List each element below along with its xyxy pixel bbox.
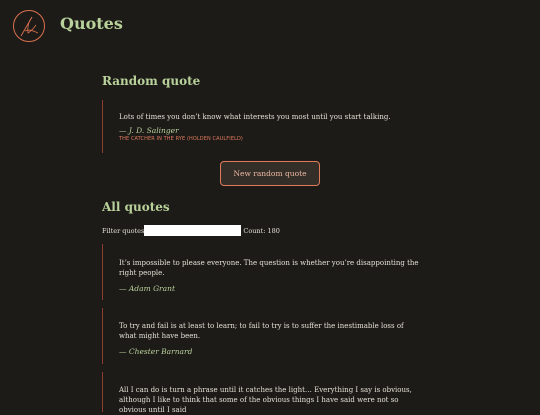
filter-input[interactable] xyxy=(144,225,242,236)
quote-count: Count: 180 xyxy=(243,226,280,235)
quote-author: — Chester Barnard xyxy=(119,347,193,356)
quote-item: To try and fail is at least to learn; to… xyxy=(102,308,420,364)
quote-text: All I can do is turn a phrase until it c… xyxy=(119,386,412,414)
filter-row: Filter quotes Count: 180 xyxy=(102,225,280,236)
quote-item: All I can do is turn a phrase until it c… xyxy=(102,372,420,414)
quote-text: To try and fail is at least to learn; to… xyxy=(119,322,404,340)
quote-item: It’s impossible to please everyone. The … xyxy=(102,244,420,300)
all-quotes-heading: All quotes xyxy=(102,200,170,214)
quote-text: It’s impossible to please everyone. The … xyxy=(119,259,419,277)
app-header: Quotes xyxy=(0,0,540,54)
random-quote-author: — J. D. Salinger xyxy=(119,126,179,135)
random-quote-heading: Random quote xyxy=(102,74,201,88)
random-quote-source: THE CATCHER IN THE RYE (HOLDEN CAULFIELD… xyxy=(119,136,243,142)
feather-quill-icon[interactable] xyxy=(12,9,46,43)
quote-author: — Adam Grant xyxy=(119,284,175,293)
random-quote-card: Lots of times you don’t know what intere… xyxy=(102,100,420,153)
app-title: Quotes xyxy=(60,14,123,33)
filter-label: Filter quotes xyxy=(102,226,145,235)
random-quote-text: Lots of times you don’t know what intere… xyxy=(119,113,391,121)
new-random-quote-button[interactable]: New random quote xyxy=(220,161,320,186)
